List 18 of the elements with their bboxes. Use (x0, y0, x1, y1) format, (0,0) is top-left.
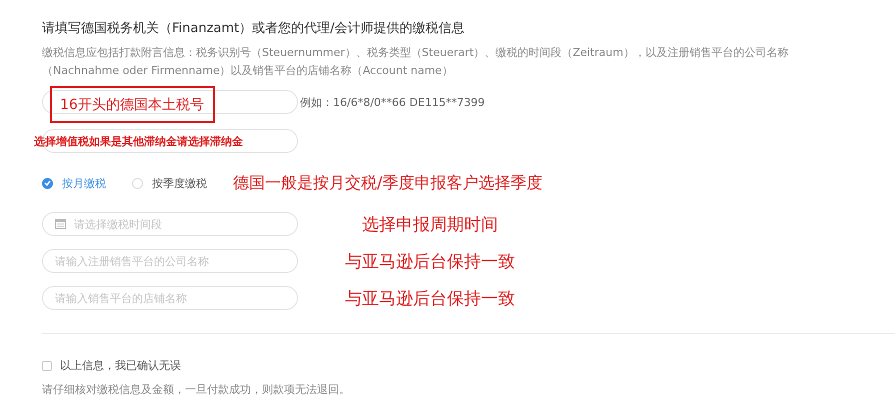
description-text: 缴税信息应包括打款附言信息：税务识别号（Steuernummer）、税务类型（Steuerart）、缴税的时间段（Zeitraum），以及注册销售平台的公司名称（Nachnahme oder Firmenname）以及销售平台的店铺名称（Account name） (42, 45, 790, 79)
annotation-text: 选择申报周期时间 (362, 214, 498, 236)
annotation-text: 与亚马逊后台保持一致 (345, 288, 515, 310)
notice-text: 请仔细核对缴税信息及金额，一旦付款成功，则款项无法退回。 (42, 382, 351, 397)
check-icon (44, 180, 51, 186)
input-field[interactable]: 请输入注册销售平台的公司名称 (42, 249, 298, 273)
annotation-text: 德国一般是按月交税/季度申报客户选择季度 (233, 172, 542, 194)
form-title: 请填写德国税务机关（Finanzamt）或者您的代理/会计师提供的缴税信息 (42, 20, 466, 37)
input-field[interactable]: 请输入销售平台的店铺名称 (42, 286, 298, 310)
input-field[interactable]: 请选择缴税时间段 (42, 212, 298, 236)
input-field[interactable] (42, 90, 298, 114)
annotation-text: 选择增值税如果是其他滞纳金请选择滞纳金 (34, 134, 243, 149)
example-hint: 例如：16/6*8/0**66 DE115**7399 (300, 94, 485, 110)
confirm-checkbox[interactable]: 以上信息，我已确认无误 (42, 358, 181, 373)
calendar-icon (55, 218, 66, 229)
annotation-text: 与亚马逊后台保持一致 (345, 250, 515, 272)
annotation-tooltip: 16开头的德国本土税号 (50, 86, 215, 123)
radio-option[interactable]: 按季度缴税 (132, 176, 207, 190)
